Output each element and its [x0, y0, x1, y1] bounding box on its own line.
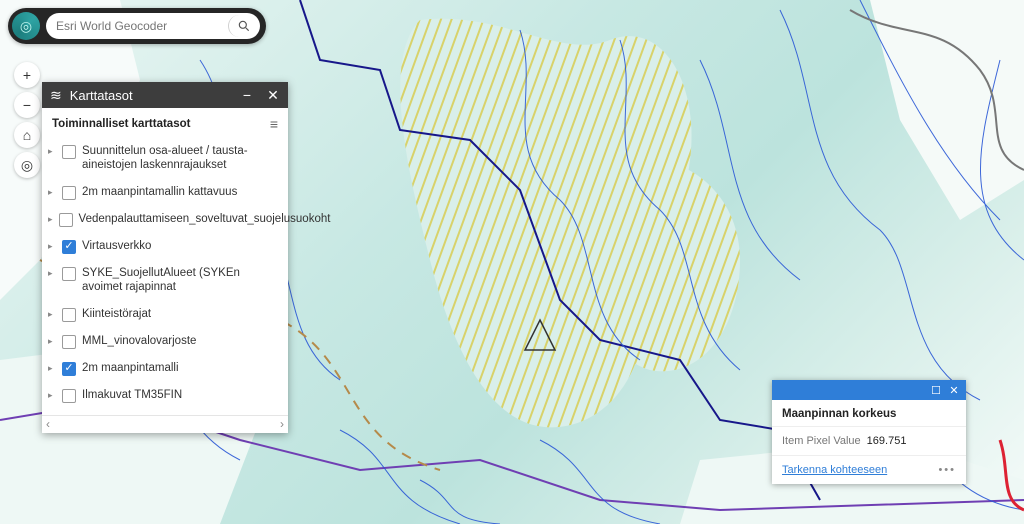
layer-label: SYKE_SuojellutAlueet (SYKEn avoimet raja… [82, 266, 278, 295]
scroll-left-icon[interactable]: ‹ [46, 417, 50, 431]
popup-title: Maanpinnan korkeus [772, 400, 966, 427]
layer-label: Ilmakuvat TM35FIN [82, 388, 278, 402]
layers-panel-header[interactable]: ≋ Karttatasot − ✕ [42, 82, 288, 108]
layer-checkbox[interactable] [62, 389, 76, 403]
layer-checkbox[interactable] [62, 267, 76, 281]
layer-checkbox[interactable]: ✓ [62, 362, 76, 376]
layer-item: ▸ ✓ 2m maanpintamalli [48, 355, 278, 382]
popup-more-button[interactable]: ••• [938, 464, 956, 476]
layer-checkbox[interactable] [62, 186, 76, 200]
zoom-out-button[interactable]: − [14, 92, 40, 118]
layer-checkbox[interactable] [62, 308, 76, 322]
zoom-in-button[interactable]: + [14, 62, 40, 88]
home-button[interactable]: ⌂ [14, 122, 40, 148]
map-tool-stack: + − ⌂ ◎ [14, 62, 40, 178]
layer-checkbox[interactable] [62, 335, 76, 349]
popup-field-label: Item Pixel Value [782, 435, 861, 447]
layers-icon: ≋ [50, 87, 62, 104]
expand-icon[interactable]: ▸ [48, 307, 56, 320]
layer-checkbox[interactable] [62, 145, 76, 159]
layer-label: 2m maanpintamalli [82, 361, 278, 375]
panel-minimize-button[interactable]: − [238, 87, 256, 103]
expand-icon[interactable]: ▸ [48, 239, 56, 252]
layer-label: Kiinteistörajat [82, 307, 278, 321]
layer-item: ▸ Suunnittelun osa-alueet / tausta-ainei… [48, 138, 278, 179]
popup-maximize-button[interactable]: ☐ [928, 383, 944, 397]
expand-icon[interactable]: ▸ [48, 144, 56, 157]
layers-panel: ≋ Karttatasot − ✕ Toiminnalliset karttat… [42, 82, 288, 433]
layer-item: ▸ MML_vinovalovarjoste [48, 328, 278, 355]
layer-item: ▸ Ilmakuvat TM35FIN [48, 382, 278, 409]
popup-field-value: 169.751 [867, 435, 907, 447]
popup-close-button[interactable]: ✕ [946, 383, 962, 397]
layer-checkbox[interactable]: ✓ [62, 240, 76, 254]
layer-list: ▸ Suunnittelun osa-alueet / tausta-ainei… [42, 138, 288, 415]
panel-close-button[interactable]: ✕ [264, 87, 282, 104]
expand-icon[interactable]: ▸ [48, 212, 53, 225]
search-icon [237, 19, 251, 33]
expand-icon[interactable]: ▸ [48, 266, 56, 279]
layer-label: Virtausverkko [82, 239, 278, 253]
search-wrap [46, 13, 260, 39]
scroll-right-icon[interactable]: › [280, 417, 284, 431]
layer-item: ▸ SYKE_SuojellutAlueet (SYKEn avoimet ra… [48, 260, 278, 301]
popup-body: Item Pixel Value 169.751 [772, 427, 966, 455]
layers-subtitle: Toiminnalliset karttatasot [52, 118, 190, 130]
locate-button[interactable]: ◎ [14, 152, 40, 178]
layer-item: ▸ ✓ Virtausverkko [48, 233, 278, 260]
app-logo-icon: ◎ [12, 12, 40, 40]
popup-footer: Tarkenna kohteeseen ••• [772, 455, 966, 484]
search-button[interactable] [228, 15, 258, 37]
layer-item: ▸ Vedenpalauttamiseen_soveltuvat_suojelu… [48, 206, 278, 233]
layer-scrollbar[interactable]: ‹ › [42, 415, 288, 433]
search-bar: ◎ [8, 8, 266, 44]
expand-icon[interactable]: ▸ [48, 388, 56, 401]
expand-icon[interactable]: ▸ [48, 334, 56, 347]
layer-label: 2m maanpintamallin kattavuus [82, 185, 278, 199]
popup-zoom-link[interactable]: Tarkenna kohteeseen [782, 464, 887, 476]
identify-popup: ☐ ✕ Maanpinnan korkeus Item Pixel Value … [772, 380, 966, 484]
popup-header[interactable]: ☐ ✕ [772, 380, 966, 400]
layers-panel-title: Karttatasot [70, 88, 230, 103]
expand-icon[interactable]: ▸ [48, 361, 56, 374]
search-input[interactable] [56, 19, 228, 33]
layers-subheader: Toiminnalliset karttatasot ≡ [42, 108, 288, 138]
layer-item: ▸ Kiinteistörajat [48, 301, 278, 328]
layer-label: MML_vinovalovarjoste [82, 334, 278, 348]
filter-icon[interactable]: ≡ [270, 116, 278, 132]
layer-checkbox[interactable] [59, 213, 73, 227]
layer-label: Suunnittelun osa-alueet / tausta-aineist… [82, 144, 278, 173]
layer-label: Vedenpalauttamiseen_soveltuvat_suojelusu… [79, 212, 331, 226]
layer-item: ▸ 2m maanpintamallin kattavuus [48, 179, 278, 206]
expand-icon[interactable]: ▸ [48, 185, 56, 198]
